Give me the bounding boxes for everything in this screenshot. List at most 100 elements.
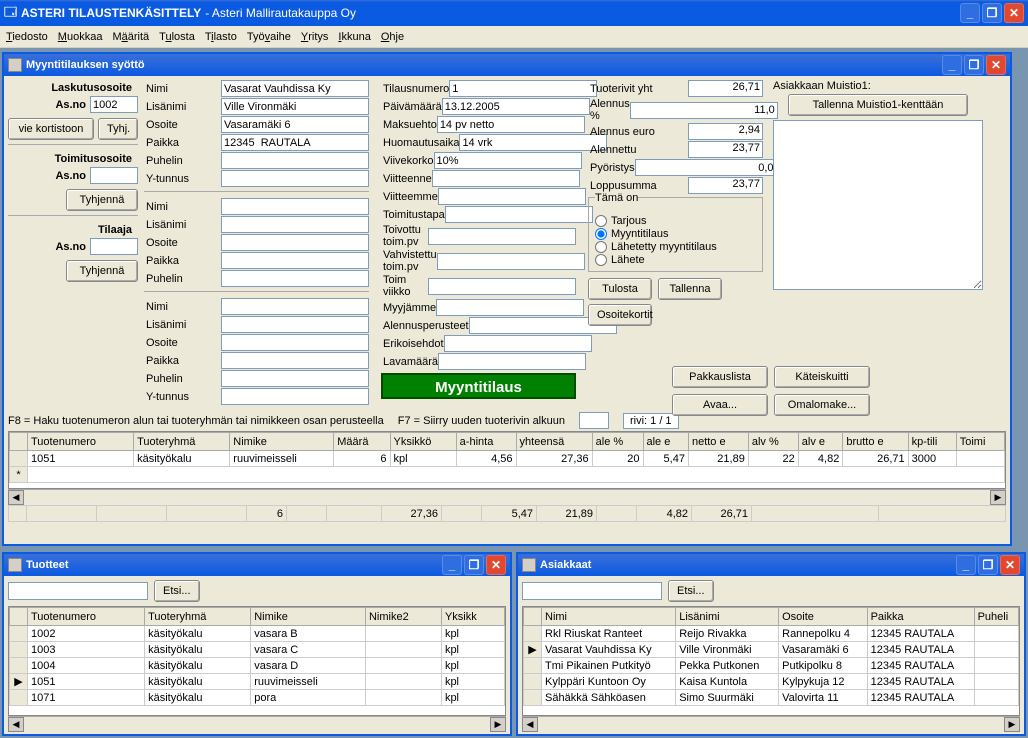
- myyntitilaus-banner[interactable]: Myyntitilaus: [381, 373, 576, 399]
- table-row[interactable]: ▶1051käsityökaluruuvimeisselikpl: [10, 674, 505, 690]
- maximize-button[interactable]: ❐: [982, 3, 1002, 23]
- toimitustapa-input[interactable]: [445, 206, 593, 223]
- lisanimi-input[interactable]: [221, 98, 369, 115]
- asiakkaat-grid[interactable]: NimiLisänimiOsoitePaikkaPuheliRkl Riuska…: [522, 606, 1020, 716]
- grid-data-row[interactable]: 1051käsityökaluruuvimeisseli 6kpl 4,5627…: [10, 451, 1005, 467]
- toivottu-input[interactable]: [428, 228, 576, 245]
- kateiskuitti-button[interactable]: Käteiskuitti: [774, 366, 870, 388]
- menu-tulosta[interactable]: Tulosta: [159, 31, 195, 43]
- asiakkaat-search-input[interactable]: [522, 582, 662, 600]
- erikoisehdot-input[interactable]: [444, 335, 592, 352]
- toim-lisanimi-input[interactable]: [221, 216, 369, 233]
- table-row[interactable]: 1071käsityökaluporakpl: [10, 690, 505, 706]
- toim-nimi-input[interactable]: [221, 198, 369, 215]
- mdi-close-button[interactable]: ✕: [986, 55, 1006, 75]
- laskutus-asno-input[interactable]: [90, 96, 138, 113]
- menu-tilasto[interactable]: Tilasto: [205, 31, 237, 43]
- asiakkaat-etsi-button[interactable]: Etsi...: [668, 580, 714, 602]
- grid-hscrollbar[interactable]: ◀▶: [8, 489, 1006, 505]
- nimi-input[interactable]: [221, 80, 369, 97]
- mdi-minimize-button[interactable]: _: [942, 55, 962, 75]
- close-button[interactable]: ✕: [1004, 3, 1024, 23]
- tulosta-button[interactable]: Tulosta: [588, 278, 652, 300]
- tuotteet-hscrollbar[interactable]: ◀▶: [8, 716, 506, 732]
- menu-muokkaa[interactable]: Muokkaa: [58, 31, 103, 43]
- til-osoite-input[interactable]: [221, 334, 369, 351]
- puhelin-input[interactable]: [221, 152, 369, 169]
- pakkauslista-button[interactable]: Pakkauslista: [672, 366, 768, 388]
- tuotteet-grid[interactable]: TuotenumeroTuoteryhmäNimikeNimike2Yksikk…: [8, 606, 506, 716]
- order-lines-grid[interactable]: TuotenumeroTuoteryhmäNimike MääräYksikkö…: [8, 431, 1006, 489]
- tuotteet-close[interactable]: ✕: [486, 555, 506, 575]
- tuotteet-minimize[interactable]: _: [442, 555, 462, 575]
- lavamaara-input[interactable]: [438, 353, 586, 370]
- toim-puhelin-input[interactable]: [221, 270, 369, 287]
- til-puhelin-input[interactable]: [221, 370, 369, 387]
- toimviikko-input[interactable]: [428, 278, 576, 295]
- huomautus-input[interactable]: [459, 134, 607, 151]
- muistio-textarea[interactable]: [773, 120, 983, 290]
- table-row[interactable]: Tmi Pikainen PutkityöPekka PutkonenPutki…: [524, 658, 1019, 674]
- asiakkaat-maximize[interactable]: ❐: [978, 555, 998, 575]
- tilausnumero-input[interactable]: [449, 80, 597, 97]
- asiakkaat-hscrollbar[interactable]: ◀▶: [522, 716, 1020, 732]
- til-ytunnus-input[interactable]: [221, 388, 369, 405]
- osoitekortit-button[interactable]: Osoitekortit: [588, 304, 652, 326]
- table-row[interactable]: 1003käsityökaluvasara Ckpl: [10, 642, 505, 658]
- radio-tarjous[interactable]: [595, 215, 607, 227]
- menu-ohje[interactable]: Ohje: [381, 31, 404, 43]
- tallenna-muistio-button[interactable]: Tallenna Muistio1-kenttään: [788, 94, 968, 116]
- grid-new-row[interactable]: *: [10, 467, 1005, 483]
- vahvistettu-input[interactable]: [437, 253, 585, 270]
- tallenna-button[interactable]: Tallenna: [658, 278, 722, 300]
- tuotteet-search-input[interactable]: [8, 582, 148, 600]
- toimitus-asno-input[interactable]: [90, 167, 138, 184]
- tilaaja-asno-input[interactable]: [90, 238, 138, 255]
- avaa-button[interactable]: Avaa...: [672, 394, 768, 416]
- table-row[interactable]: Sähäkkä SähköasenSimo SuurmäkiValovirta …: [524, 690, 1019, 706]
- viitteemme-input[interactable]: [438, 188, 586, 205]
- maksuehto-input[interactable]: [437, 116, 585, 133]
- pyoristys-input[interactable]: [635, 159, 783, 176]
- table-row[interactable]: 1004käsityökaluvasara Dkpl: [10, 658, 505, 674]
- omalomake-button[interactable]: Omalomake...: [774, 394, 870, 416]
- ytunnus-input[interactable]: [221, 170, 369, 187]
- radio-lahete[interactable]: [595, 254, 607, 266]
- paikka-input[interactable]: [221, 134, 369, 151]
- til-paikka-input[interactable]: [221, 352, 369, 369]
- myyjamme-input[interactable]: [436, 299, 584, 316]
- toim-paikka-input[interactable]: [221, 252, 369, 269]
- radio-lahetetty[interactable]: [595, 241, 607, 253]
- hint-empty-input[interactable]: [579, 412, 609, 429]
- tuotteet-etsi-button[interactable]: Etsi...: [154, 580, 200, 602]
- asiakkaat-close[interactable]: ✕: [1000, 555, 1020, 575]
- menu-yritys[interactable]: Yritys: [301, 31, 329, 43]
- toimitus-tyhjenna-button[interactable]: Tyhjennä: [66, 189, 138, 211]
- vie-kortistoon-button[interactable]: vie kortistoon: [8, 118, 94, 140]
- minimize-button[interactable]: _: [960, 3, 980, 23]
- viivekorko-input[interactable]: [434, 152, 582, 169]
- menu-ikkuna[interactable]: Ikkuna: [338, 31, 370, 43]
- menu-tyovaihe[interactable]: Työvaihe: [247, 31, 291, 43]
- tuotteet-titlebar[interactable]: Tuotteet _ ❐ ✕: [4, 554, 510, 576]
- til-nimi-input[interactable]: [221, 298, 369, 315]
- asiakkaat-titlebar[interactable]: Asiakkaat _ ❐ ✕: [518, 554, 1024, 576]
- toim-osoite-input[interactable]: [221, 234, 369, 251]
- viitteenne-input[interactable]: [432, 170, 580, 187]
- tyhj-button[interactable]: Tyhj.: [98, 118, 138, 140]
- alennuspros-input[interactable]: [630, 102, 778, 119]
- menu-maarita[interactable]: Määritä: [112, 31, 149, 43]
- table-row[interactable]: Rkl Riuskat RanteetReijo RivakkaRannepol…: [524, 626, 1019, 642]
- tilaaja-tyhjenna-button[interactable]: Tyhjennä: [66, 260, 138, 282]
- paivamaara-input[interactable]: [442, 98, 590, 115]
- til-lisanimi-input[interactable]: [221, 316, 369, 333]
- menu-tiedosto[interactable]: Tiedosto: [6, 31, 48, 43]
- asiakkaat-minimize[interactable]: _: [956, 555, 976, 575]
- table-row[interactable]: ▶Vasarat Vauhdissa KyVille VironmäkiVasa…: [524, 642, 1019, 658]
- tuotteet-maximize[interactable]: ❐: [464, 555, 484, 575]
- table-row[interactable]: Kylppäri Kuntoon OyKaisa KuntolaKylpykuj…: [524, 674, 1019, 690]
- radio-myyntitilaus[interactable]: [595, 228, 607, 240]
- table-row[interactable]: 1002käsityökaluvasara Bkpl: [10, 626, 505, 642]
- order-window-titlebar[interactable]: Myyntitilauksen syöttö _ ❐ ✕: [4, 54, 1010, 76]
- osoite-input[interactable]: [221, 116, 369, 133]
